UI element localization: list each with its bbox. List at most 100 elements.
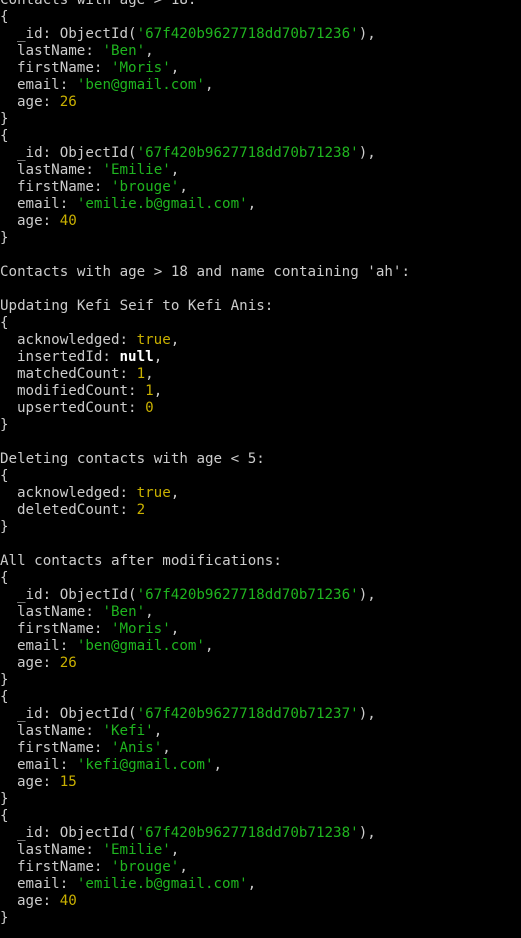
- punct: ),: [358, 145, 376, 161]
- doc-field-lastName: lastName: 'Kefi',: [0, 723, 521, 740]
- section-header-text: Updating Kefi Seif to Kefi Anis:: [0, 298, 274, 314]
- open-brace: {: [0, 689, 521, 706]
- field-key: firstName: [17, 859, 94, 875]
- quote: ': [239, 196, 248, 212]
- field-key: age: [17, 893, 43, 909]
- field-key: age: [17, 655, 43, 671]
- quote: ': [162, 162, 171, 178]
- terminal-output[interactable]: Contacts with age > 18:{_id: ObjectId('6…: [0, 0, 521, 938]
- quote: ': [136, 706, 146, 722]
- doc-field-age: age: 15: [0, 774, 521, 791]
- field-key: age: [17, 94, 43, 110]
- field-key: acknowledged: [17, 485, 120, 501]
- doc-field-id: _id: ObjectId('67f420b9627718dd70b71236'…: [0, 587, 521, 604]
- age-value: 40: [59, 213, 77, 229]
- objectid-fn: ObjectId(: [59, 145, 137, 161]
- field-key: _id: [17, 145, 43, 161]
- quote: ': [350, 26, 359, 42]
- field-key: _id: [17, 587, 43, 603]
- lastName-value: Kefi: [110, 723, 146, 739]
- doc-field-email: email: 'kefi@gmail.com',: [0, 757, 521, 774]
- age-value: 26: [59, 655, 77, 671]
- doc-field-email: email: 'emilie.b@gmail.com',: [0, 876, 521, 893]
- brace: {: [0, 468, 9, 484]
- colon: :: [42, 893, 60, 909]
- quote: ': [162, 621, 171, 637]
- field-key: lastName: [17, 162, 86, 178]
- result-field-acknowledged: acknowledged: true,: [0, 485, 521, 502]
- field-key: lastName: [17, 43, 86, 59]
- open-brace: {: [0, 468, 521, 485]
- email-value: emilie.b@gmail.com: [85, 876, 240, 892]
- colon: :: [42, 94, 60, 110]
- colon: :: [42, 825, 60, 841]
- close-brace: }: [0, 111, 521, 128]
- field-key: lastName: [17, 723, 86, 739]
- colon: :: [93, 859, 111, 875]
- email-value: kefi@gmail.com: [85, 757, 205, 773]
- doc-field-lastName: lastName: 'Ben',: [0, 43, 521, 60]
- doc-field-firstName: firstName: 'Moris',: [0, 60, 521, 77]
- field-key: matchedCount: [17, 366, 120, 382]
- comma: ,: [247, 876, 257, 892]
- objectid-fn: ObjectId(: [59, 706, 137, 722]
- colon: :: [59, 757, 77, 773]
- colon: :: [93, 60, 111, 76]
- insertedId-value: null: [119, 349, 154, 365]
- punct: ),: [358, 825, 376, 841]
- doc-field-id: _id: ObjectId('67f420b9627718dd70b71237'…: [0, 706, 521, 723]
- comma: ,: [204, 638, 214, 654]
- comma: ,: [204, 77, 214, 93]
- quote: ': [136, 604, 146, 620]
- punct: ),: [358, 587, 376, 603]
- id-value: 67f420b9627718dd70b71236: [145, 587, 351, 603]
- quote: ': [196, 77, 205, 93]
- acknowledged-value: true: [136, 332, 171, 348]
- firstName-value: Moris: [119, 621, 163, 637]
- brace: {: [0, 689, 9, 705]
- quote: ': [110, 740, 120, 756]
- doc-field-lastName: lastName: 'Emilie',: [0, 162, 521, 179]
- comma: ,: [170, 162, 180, 178]
- colon: :: [119, 332, 137, 348]
- section-header: Contacts with age > 18 and name containi…: [0, 264, 521, 281]
- colon: :: [85, 842, 103, 858]
- doc-field-age: age: 26: [0, 94, 521, 111]
- colon: :: [42, 655, 60, 671]
- comma: ,: [179, 179, 188, 195]
- comma: ,: [179, 859, 188, 875]
- colon: :: [42, 213, 60, 229]
- field-key: _id: [17, 706, 43, 722]
- section-header-text: Contacts with age > 18:: [0, 0, 197, 8]
- doc-field-email: email: 'ben@gmail.com',: [0, 77, 521, 94]
- brace: }: [0, 791, 9, 807]
- colon: :: [85, 723, 103, 739]
- quote: ': [204, 757, 214, 773]
- colon: :: [128, 383, 146, 399]
- doc-field-email: email: 'emilie.b@gmail.com',: [0, 196, 521, 213]
- comma: ,: [153, 383, 163, 399]
- doc-field-firstName: firstName: 'brouge',: [0, 859, 521, 876]
- quote: ': [102, 43, 111, 59]
- quote: ': [136, 587, 146, 603]
- brace: }: [0, 111, 9, 127]
- colon: :: [85, 162, 103, 178]
- colon: :: [119, 485, 137, 501]
- modifiedCount-value: 1: [145, 383, 154, 399]
- colon: :: [59, 876, 77, 892]
- lastName-value: Ben: [110, 43, 137, 59]
- quote: ': [102, 842, 111, 858]
- colon: :: [85, 604, 103, 620]
- open-brace: {: [0, 808, 521, 825]
- comma: ,: [170, 332, 180, 348]
- comma: ,: [145, 366, 154, 382]
- quote: ': [136, 26, 146, 42]
- brace: }: [0, 230, 9, 246]
- quote: ': [110, 859, 120, 875]
- section-header-text: Deleting contacts with age < 5:: [0, 451, 265, 467]
- quote: ': [110, 621, 120, 637]
- colon: :: [93, 621, 111, 637]
- section-header: Contacts with age > 18:: [0, 0, 521, 9]
- field-key: firstName: [17, 60, 94, 76]
- doc-field-age: age: 40: [0, 893, 521, 910]
